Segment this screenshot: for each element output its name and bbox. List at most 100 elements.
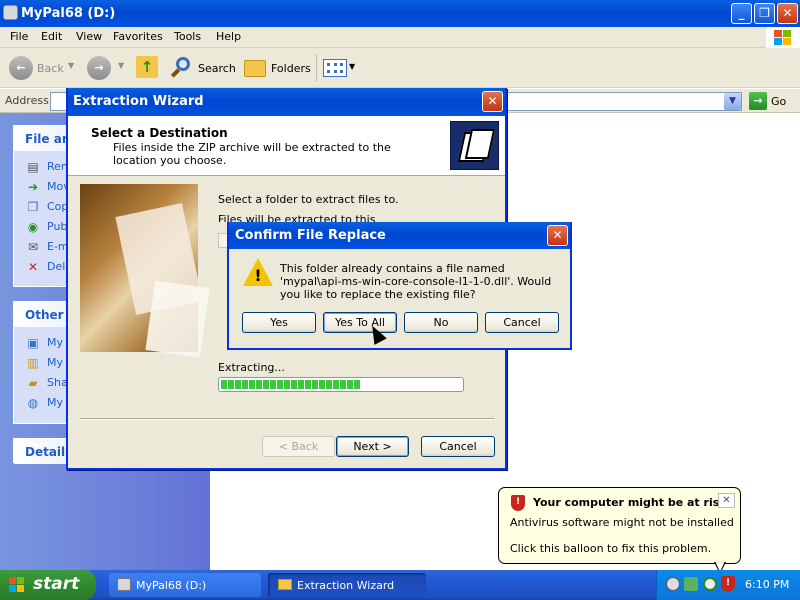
- progress-segment: [333, 380, 339, 389]
- balloon-close-button[interactable]: ✕: [718, 493, 735, 508]
- explorer-toolbar: ← Back ▼ → ▼ ↑ Search Folders ▼: [0, 48, 800, 88]
- wizard-title: Extraction Wizard: [73, 94, 204, 109]
- windows-flag-icon: [9, 577, 25, 593]
- taskbar-item-wizard[interactable]: Extraction Wizard: [268, 573, 426, 597]
- folder-icon: [278, 579, 292, 590]
- tray-network-icon[interactable]: [684, 577, 698, 591]
- progress-segment: [305, 380, 311, 389]
- my-documents-icon: ▥: [27, 356, 39, 370]
- security-balloon[interactable]: ! Your computer might be at risk ✕ Antiv…: [498, 487, 741, 564]
- wizard-title-bar[interactable]: Extraction Wizard ✕: [68, 88, 505, 116]
- files-extract-label: Files will be extracted to this director…: [218, 213, 376, 222]
- views-dropdown-icon[interactable]: ▼: [349, 62, 355, 71]
- close-button[interactable]: ✕: [777, 3, 798, 24]
- menu-tools[interactable]: Tools: [174, 30, 201, 43]
- menu-view[interactable]: View: [76, 30, 102, 43]
- menu-edit[interactable]: Edit: [41, 30, 62, 43]
- select-folder-label: Select a folder to extract files to.: [218, 193, 399, 206]
- system-tray: ! 6:10 PM: [656, 570, 800, 600]
- explorer-title: MyPal68 (D:): [21, 6, 116, 21]
- wizard-divider: [80, 418, 495, 420]
- yes-button[interactable]: Yes: [242, 312, 316, 333]
- start-button[interactable]: start: [0, 570, 96, 600]
- next-button[interactable]: Next >: [336, 436, 409, 457]
- menu-help[interactable]: Help: [216, 30, 241, 43]
- extract-progress-bar: [218, 377, 464, 392]
- confirm-message: This folder already contains a file name…: [280, 262, 552, 301]
- back-dropdown-icon[interactable]: ▼: [68, 61, 74, 70]
- views-icon[interactable]: [323, 59, 347, 77]
- up-folder-icon[interactable]: ↑: [136, 56, 158, 78]
- address-label: Address: [5, 94, 49, 107]
- place-label: My: [47, 356, 64, 369]
- wizard-close-button[interactable]: ✕: [482, 91, 503, 112]
- progress-segment: [312, 380, 318, 389]
- task-publish-label: Pub: [47, 220, 68, 233]
- yes-to-all-button[interactable]: Yes To All: [323, 312, 397, 333]
- tray-volume-icon[interactable]: [703, 577, 717, 591]
- confirm-title-bar[interactable]: Confirm File Replace ✕: [229, 222, 570, 249]
- clock[interactable]: 6:10 PM: [745, 578, 789, 591]
- delete-icon: ✕: [27, 260, 39, 274]
- explorer-title-bar[interactable]: MyPal68 (D:) _ ❐ ✕: [0, 0, 800, 27]
- back-button[interactable]: < Back: [262, 436, 335, 457]
- place-label: Sha: [47, 376, 68, 389]
- no-button[interactable]: No: [404, 312, 478, 333]
- folders-button-label[interactable]: Folders: [271, 62, 311, 75]
- tray-security-shield-icon[interactable]: !: [721, 576, 735, 592]
- folder-stack-icon: [450, 121, 499, 170]
- wizard-heading: Select a Destination: [91, 126, 228, 140]
- balloon-line2: Click this balloon to fix this problem.: [510, 542, 712, 555]
- confirm-close-button[interactable]: ✕: [547, 225, 568, 246]
- place-label: My: [47, 396, 64, 409]
- progress-segment: [354, 380, 360, 389]
- folders-icon[interactable]: [244, 60, 266, 77]
- go-button-label[interactable]: Go: [771, 95, 786, 108]
- drive-icon: [3, 5, 18, 20]
- progress-segment: [242, 380, 248, 389]
- task-rename-label: Ren: [47, 160, 68, 173]
- warning-exclamation: !: [254, 266, 262, 285]
- forward-arrow-icon[interactable]: →: [87, 56, 111, 80]
- minimize-button[interactable]: _: [731, 3, 752, 24]
- maximize-button[interactable]: ❐: [754, 3, 775, 24]
- back-button-label[interactable]: Back: [37, 62, 64, 75]
- back-arrow-icon[interactable]: ←: [9, 56, 33, 80]
- confirm-cancel-button[interactable]: Cancel: [485, 312, 559, 333]
- progress-segment: [270, 380, 276, 389]
- wizard-header: Select a Destination Files inside the ZI…: [68, 116, 505, 176]
- start-label: start: [33, 574, 80, 594]
- tray-app-icon[interactable]: [666, 577, 680, 591]
- progress-segment: [298, 380, 304, 389]
- progress-segment: [291, 380, 297, 389]
- progress-segment: [235, 380, 241, 389]
- forward-dropdown-icon[interactable]: ▼: [118, 61, 124, 70]
- progress-segment: [256, 380, 262, 389]
- balloon-line1: Antivirus software might not be installe…: [510, 516, 734, 529]
- wizard-subheading: Files inside the ZIP archive will be ext…: [113, 141, 391, 167]
- progress-segment: [284, 380, 290, 389]
- wizard-side-image: [80, 184, 210, 358]
- progress-segment: [277, 380, 283, 389]
- confirm-file-replace-dialog: Confirm File Replace ✕ ! This folder alr…: [227, 222, 572, 350]
- search-button-label[interactable]: Search: [198, 62, 236, 75]
- windows-logo-icon: [766, 27, 800, 48]
- progress-segment: [340, 380, 346, 389]
- progress-segment: [249, 380, 255, 389]
- progress-segment: [221, 380, 227, 389]
- go-arrow-icon[interactable]: →: [749, 92, 767, 110]
- taskbar-item-explorer[interactable]: MyPal68 (D:): [109, 573, 261, 597]
- shared-folder-icon: ▰: [28, 376, 38, 390]
- copy-icon: ❐: [27, 200, 39, 214]
- address-dropdown-icon[interactable]: ▼: [724, 93, 741, 110]
- taskbar-item-label: MyPal68 (D:): [136, 579, 207, 592]
- menu-favorites[interactable]: Favorites: [113, 30, 163, 43]
- search-icon[interactable]: [170, 57, 193, 79]
- rename-icon: ▤: [27, 160, 39, 174]
- move-icon: ➔: [27, 180, 39, 194]
- menu-file[interactable]: File: [10, 30, 28, 43]
- menu-bar: File Edit View Favorites Tools Help: [0, 27, 800, 48]
- progress-segment: [319, 380, 325, 389]
- wizard-cancel-button[interactable]: Cancel: [421, 436, 495, 457]
- publish-icon: ◉: [27, 220, 39, 234]
